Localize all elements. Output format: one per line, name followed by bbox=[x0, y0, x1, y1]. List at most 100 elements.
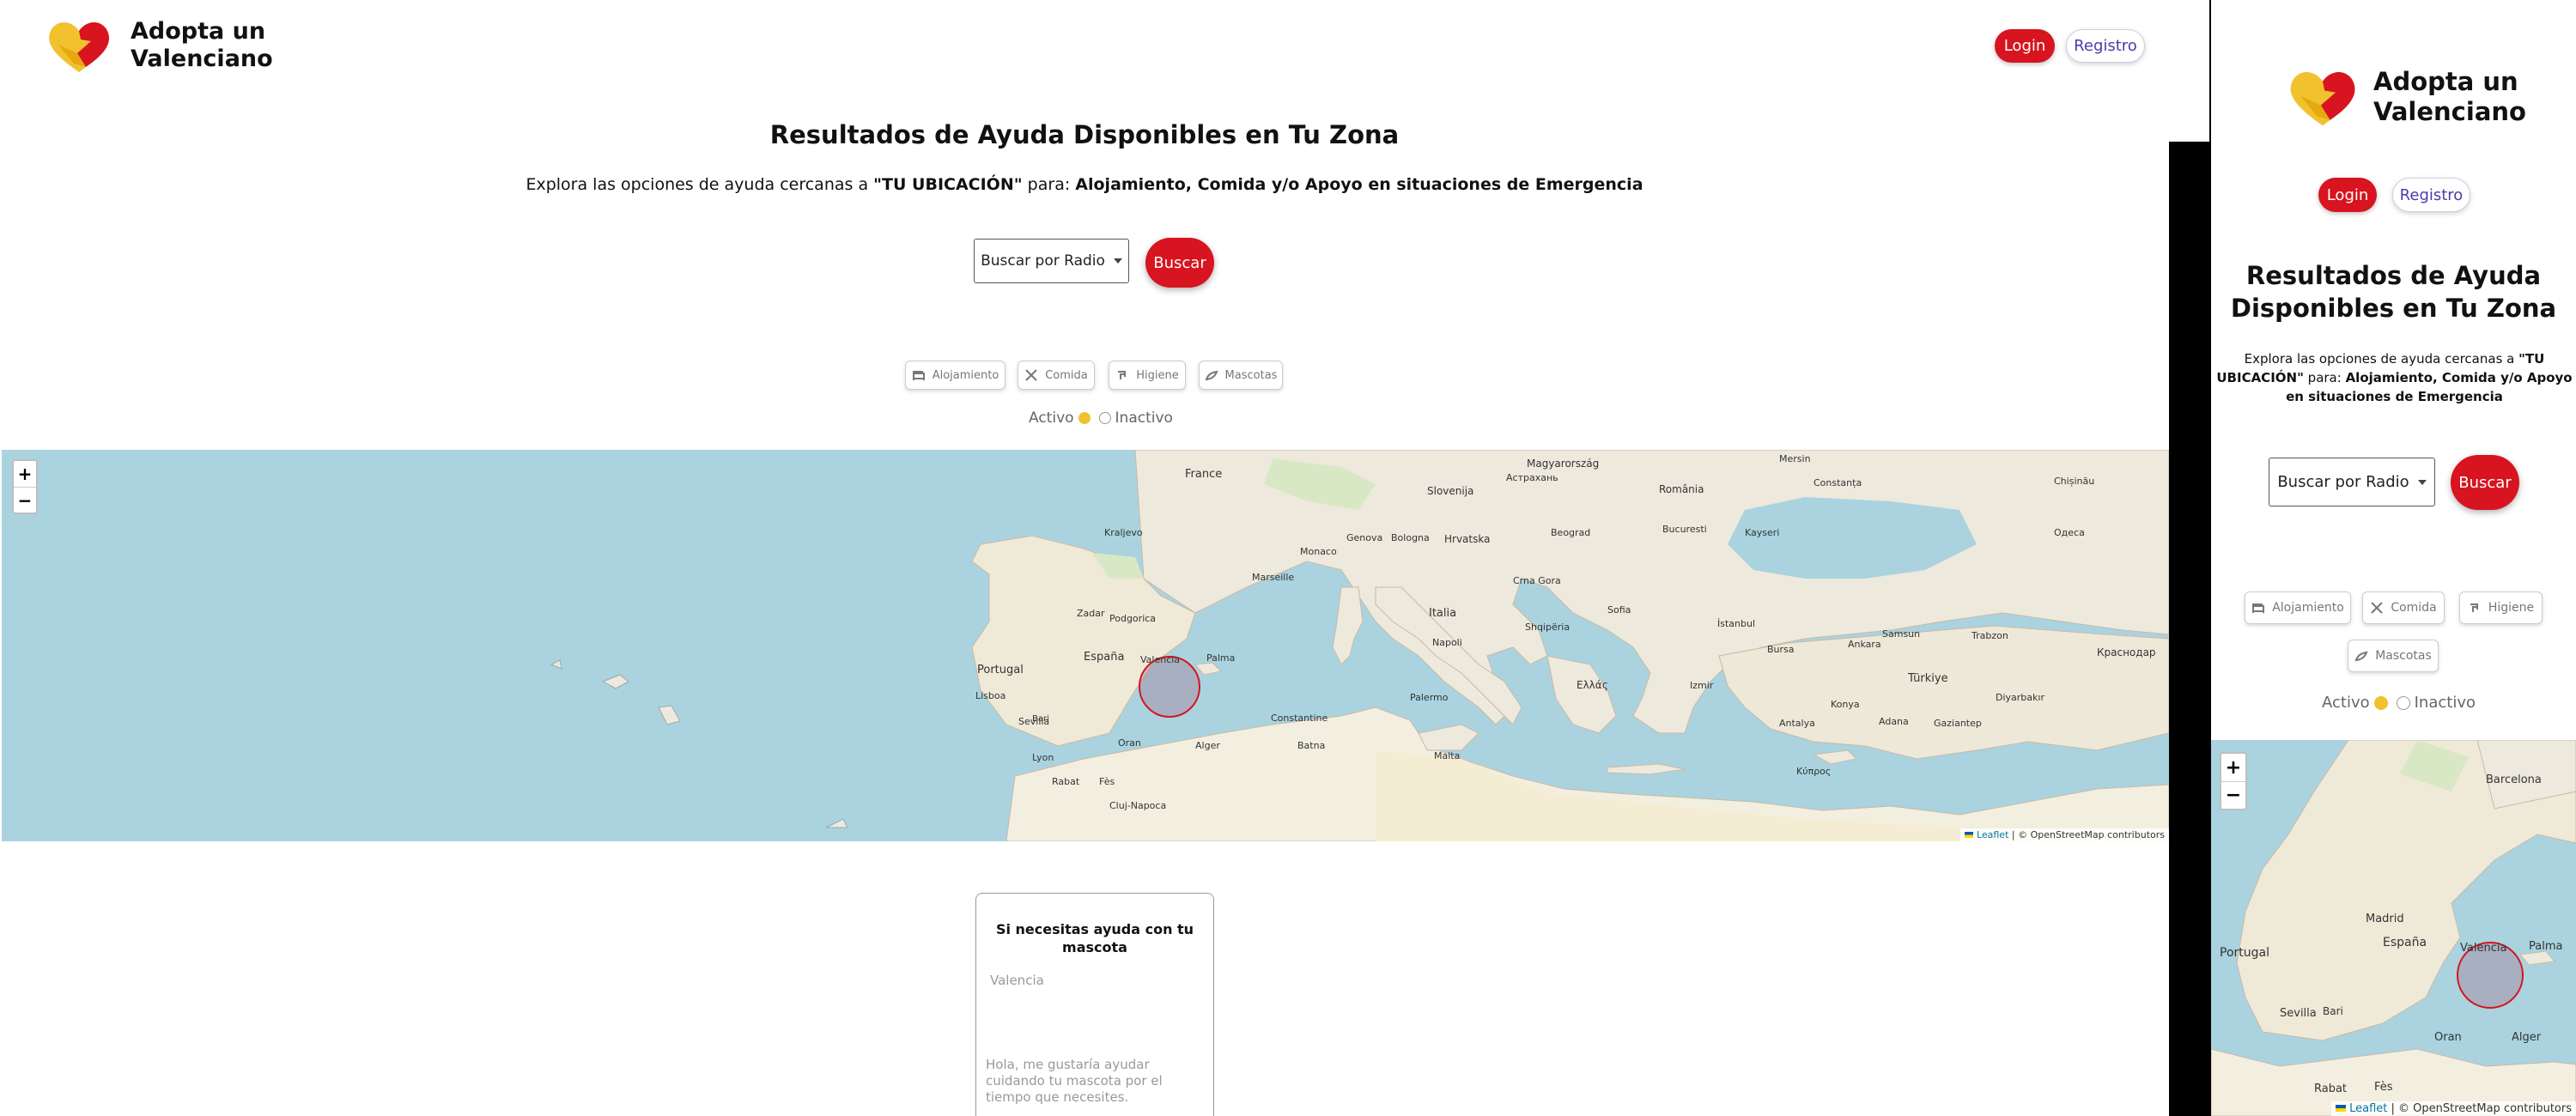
help-card: Si necesitas ayuda con tu mascota Valenc… bbox=[975, 893, 1214, 1116]
filter-chip-label: Mascotas bbox=[2375, 649, 2432, 663]
osm-attribution: | © OpenStreetMap contributors bbox=[2008, 829, 2165, 840]
status-legend: Activo Inactivo bbox=[1029, 409, 1173, 427]
utensils-icon bbox=[1025, 369, 1037, 381]
map-place-chisinau: Mersin bbox=[1779, 453, 1811, 464]
search-button-mobile[interactable]: Buscar bbox=[2451, 455, 2519, 510]
filter-chip-label: Alojamiento bbox=[2272, 601, 2344, 615]
map-place-nouvelle-aquitaine: Kraljevo bbox=[1104, 527, 1143, 538]
map-labels: France Portugal España Valencia Palma Se… bbox=[975, 453, 2156, 811]
radius-select-value: Buscar por Radio bbox=[2277, 473, 2409, 491]
map-place-adana: Adana bbox=[1879, 716, 1909, 727]
brand-logo-mobile[interactable]: Adopta un Valenciano bbox=[2284, 62, 2526, 132]
chevron-down-icon bbox=[1113, 258, 1122, 264]
map-place-diyarbakir: Diyarbakır bbox=[1996, 692, 2044, 703]
filter-chip-comida[interactable]: Comida bbox=[1018, 361, 1095, 390]
zoom-in-button[interactable]: + bbox=[14, 461, 36, 487]
map-place-palermo: Palermo bbox=[1410, 692, 1449, 703]
map-labels: Portugal España Madrid Valencia Palma Ba… bbox=[2220, 773, 2562, 1095]
map-place-bologna: Bologna bbox=[1391, 532, 1430, 543]
map-place-italia: Italia bbox=[1429, 607, 1456, 620]
radius-select-value: Buscar por Radio bbox=[981, 252, 1105, 270]
heart-hands-icon bbox=[2290, 72, 2355, 126]
search-button[interactable]: Buscar bbox=[1145, 238, 1214, 288]
radius-select[interactable]: Buscar por Radio bbox=[974, 239, 1129, 283]
hygiene-icon bbox=[2470, 603, 2478, 612]
map-place-constanta: Kayseri bbox=[1745, 527, 1779, 538]
location-field[interactable]: Valencia bbox=[990, 973, 1044, 988]
map-place-turkiye: Türkiye bbox=[1907, 672, 1948, 685]
legend-inactive-dot bbox=[1098, 412, 1111, 424]
status-legend-mobile: Activo Inactivo bbox=[2322, 694, 2476, 712]
filter-chip-comida-mobile[interactable]: Comida bbox=[2362, 591, 2445, 624]
filter-chip-higiene-mobile[interactable]: Higiene bbox=[2459, 591, 2543, 624]
map-place-rabat: Rabat bbox=[2314, 1083, 2347, 1095]
map-place-oran: Oran bbox=[2434, 1031, 2462, 1044]
legend-active-dot bbox=[1078, 412, 1091, 424]
login-button-mobile[interactable]: Login bbox=[2318, 178, 2377, 212]
subtitle-connector: para: bbox=[2303, 369, 2346, 385]
legend-active-label: Activo bbox=[1029, 409, 1074, 427]
leaflet-link[interactable]: Leaflet bbox=[2349, 1102, 2387, 1115]
map-place-gaziantep: Gaziantep bbox=[1934, 718, 1982, 729]
map-place-madrid: Madrid bbox=[2366, 913, 2404, 925]
filter-chip-higiene[interactable]: Higiene bbox=[1109, 361, 1186, 390]
register-button[interactable]: Registro bbox=[2066, 29, 2145, 63]
map-zoom-control: + − bbox=[12, 459, 38, 514]
map-place-barcelona: Barcelona bbox=[2486, 773, 2542, 786]
message-textarea[interactable]: Hola, me gustaría ayudar cuidando tu mas… bbox=[986, 1057, 1200, 1105]
map-place-oran: Oran bbox=[1118, 737, 1141, 749]
login-button[interactable]: Login bbox=[1995, 29, 2055, 63]
map-place-rabat: Rabat bbox=[1052, 776, 1080, 787]
map-place-pamplona: Zadar bbox=[1077, 608, 1105, 619]
map-place-rostov: Chișinău bbox=[2054, 476, 2094, 487]
brand-name-mobile: Adopta un Valenciano bbox=[2373, 67, 2526, 127]
map-place-azerbaycan: Краснодар bbox=[2097, 646, 2156, 658]
map-place-antalya: Antalya bbox=[1779, 718, 1815, 729]
map-place-shqiperia: Shqipëria bbox=[1525, 622, 1570, 633]
map-place-valencia: Valencia bbox=[2460, 942, 2506, 955]
ukraine-flag-icon bbox=[1965, 832, 1974, 838]
filter-chip-alojamiento[interactable]: Alojamiento bbox=[905, 361, 1005, 390]
desktop-viewport: Adopta un Valenciano Login Registro Resu… bbox=[0, 0, 2169, 1116]
results-map-mobile[interactable]: Portugal España Madrid Valencia Palma Ba… bbox=[2211, 740, 2576, 1116]
results-map[interactable]: France Portugal España Valencia Palma Se… bbox=[2, 450, 2169, 841]
map-place-palma: Palma bbox=[2529, 940, 2562, 953]
map-place-andalucia: Bari bbox=[2323, 1005, 2343, 1017]
ukraine-flag-icon bbox=[2335, 1105, 2346, 1112]
map-place-gibraltar: Lyon bbox=[1032, 752, 1054, 763]
subtitle-location: "TU UBICACIÓN" bbox=[873, 175, 1023, 194]
map-place-palma: Palma bbox=[1206, 652, 1235, 664]
zoom-out-button[interactable]: − bbox=[2221, 781, 2245, 809]
filter-chip-label: Mascotas bbox=[1224, 368, 1278, 382]
map-place-odesa: Constanța bbox=[1814, 477, 1862, 488]
map-place-konya: Konya bbox=[1831, 699, 1860, 710]
map-attribution: Leaflet | © OpenStreetMap contributors bbox=[1960, 828, 2169, 841]
zoom-in-button[interactable]: + bbox=[2221, 754, 2245, 781]
radius-select-mobile[interactable]: Buscar por Radio bbox=[2269, 458, 2435, 506]
map-place-bucuresti: Bucuresti bbox=[1662, 524, 1707, 535]
register-button-mobile[interactable]: Registro bbox=[2392, 178, 2470, 212]
map-place-fes: Fès bbox=[1099, 776, 1115, 787]
map-place-napoli: Napoli bbox=[1432, 637, 1462, 648]
filter-chip-alojamiento-mobile[interactable]: Alojamiento bbox=[2245, 591, 2351, 624]
filter-chip-mascotas-mobile[interactable]: Mascotas bbox=[2348, 640, 2439, 672]
map-place-portugal: Portugal bbox=[2220, 946, 2269, 960]
map-place-beograd: Beograd bbox=[1551, 527, 1590, 538]
subtitle-text: Explora las opciones de ayuda cercanas a bbox=[526, 175, 874, 194]
map-place-monaco: Monaco bbox=[1300, 546, 1337, 557]
filter-chip-label: Higiene bbox=[2488, 601, 2535, 615]
brand-logo[interactable]: Adopta un Valenciano bbox=[43, 15, 273, 76]
map-place-espana: España bbox=[1084, 651, 1124, 664]
filter-chip-label: Higiene bbox=[1136, 368, 1179, 382]
map-place-zurich: Астрахань bbox=[1506, 472, 1558, 483]
map-place-kypros: Κύπρος bbox=[1796, 766, 1831, 777]
map-place-djelfa: Cluj-Napoca bbox=[1109, 800, 1166, 811]
subtitle-connector: para: bbox=[1022, 175, 1076, 194]
subtitle-categories: Alojamiento, Comida y/o Apoyo en situaci… bbox=[1075, 175, 1643, 194]
zoom-out-button[interactable]: − bbox=[14, 487, 36, 513]
hygiene-icon bbox=[1118, 371, 1127, 379]
filter-chip-mascotas[interactable]: Mascotas bbox=[1199, 361, 1283, 390]
map-place-krasnodar: Одеса bbox=[2054, 527, 2085, 538]
leaflet-link[interactable]: Leaflet bbox=[1977, 829, 2008, 840]
brand-line-1: Adopta un bbox=[2373, 67, 2518, 97]
